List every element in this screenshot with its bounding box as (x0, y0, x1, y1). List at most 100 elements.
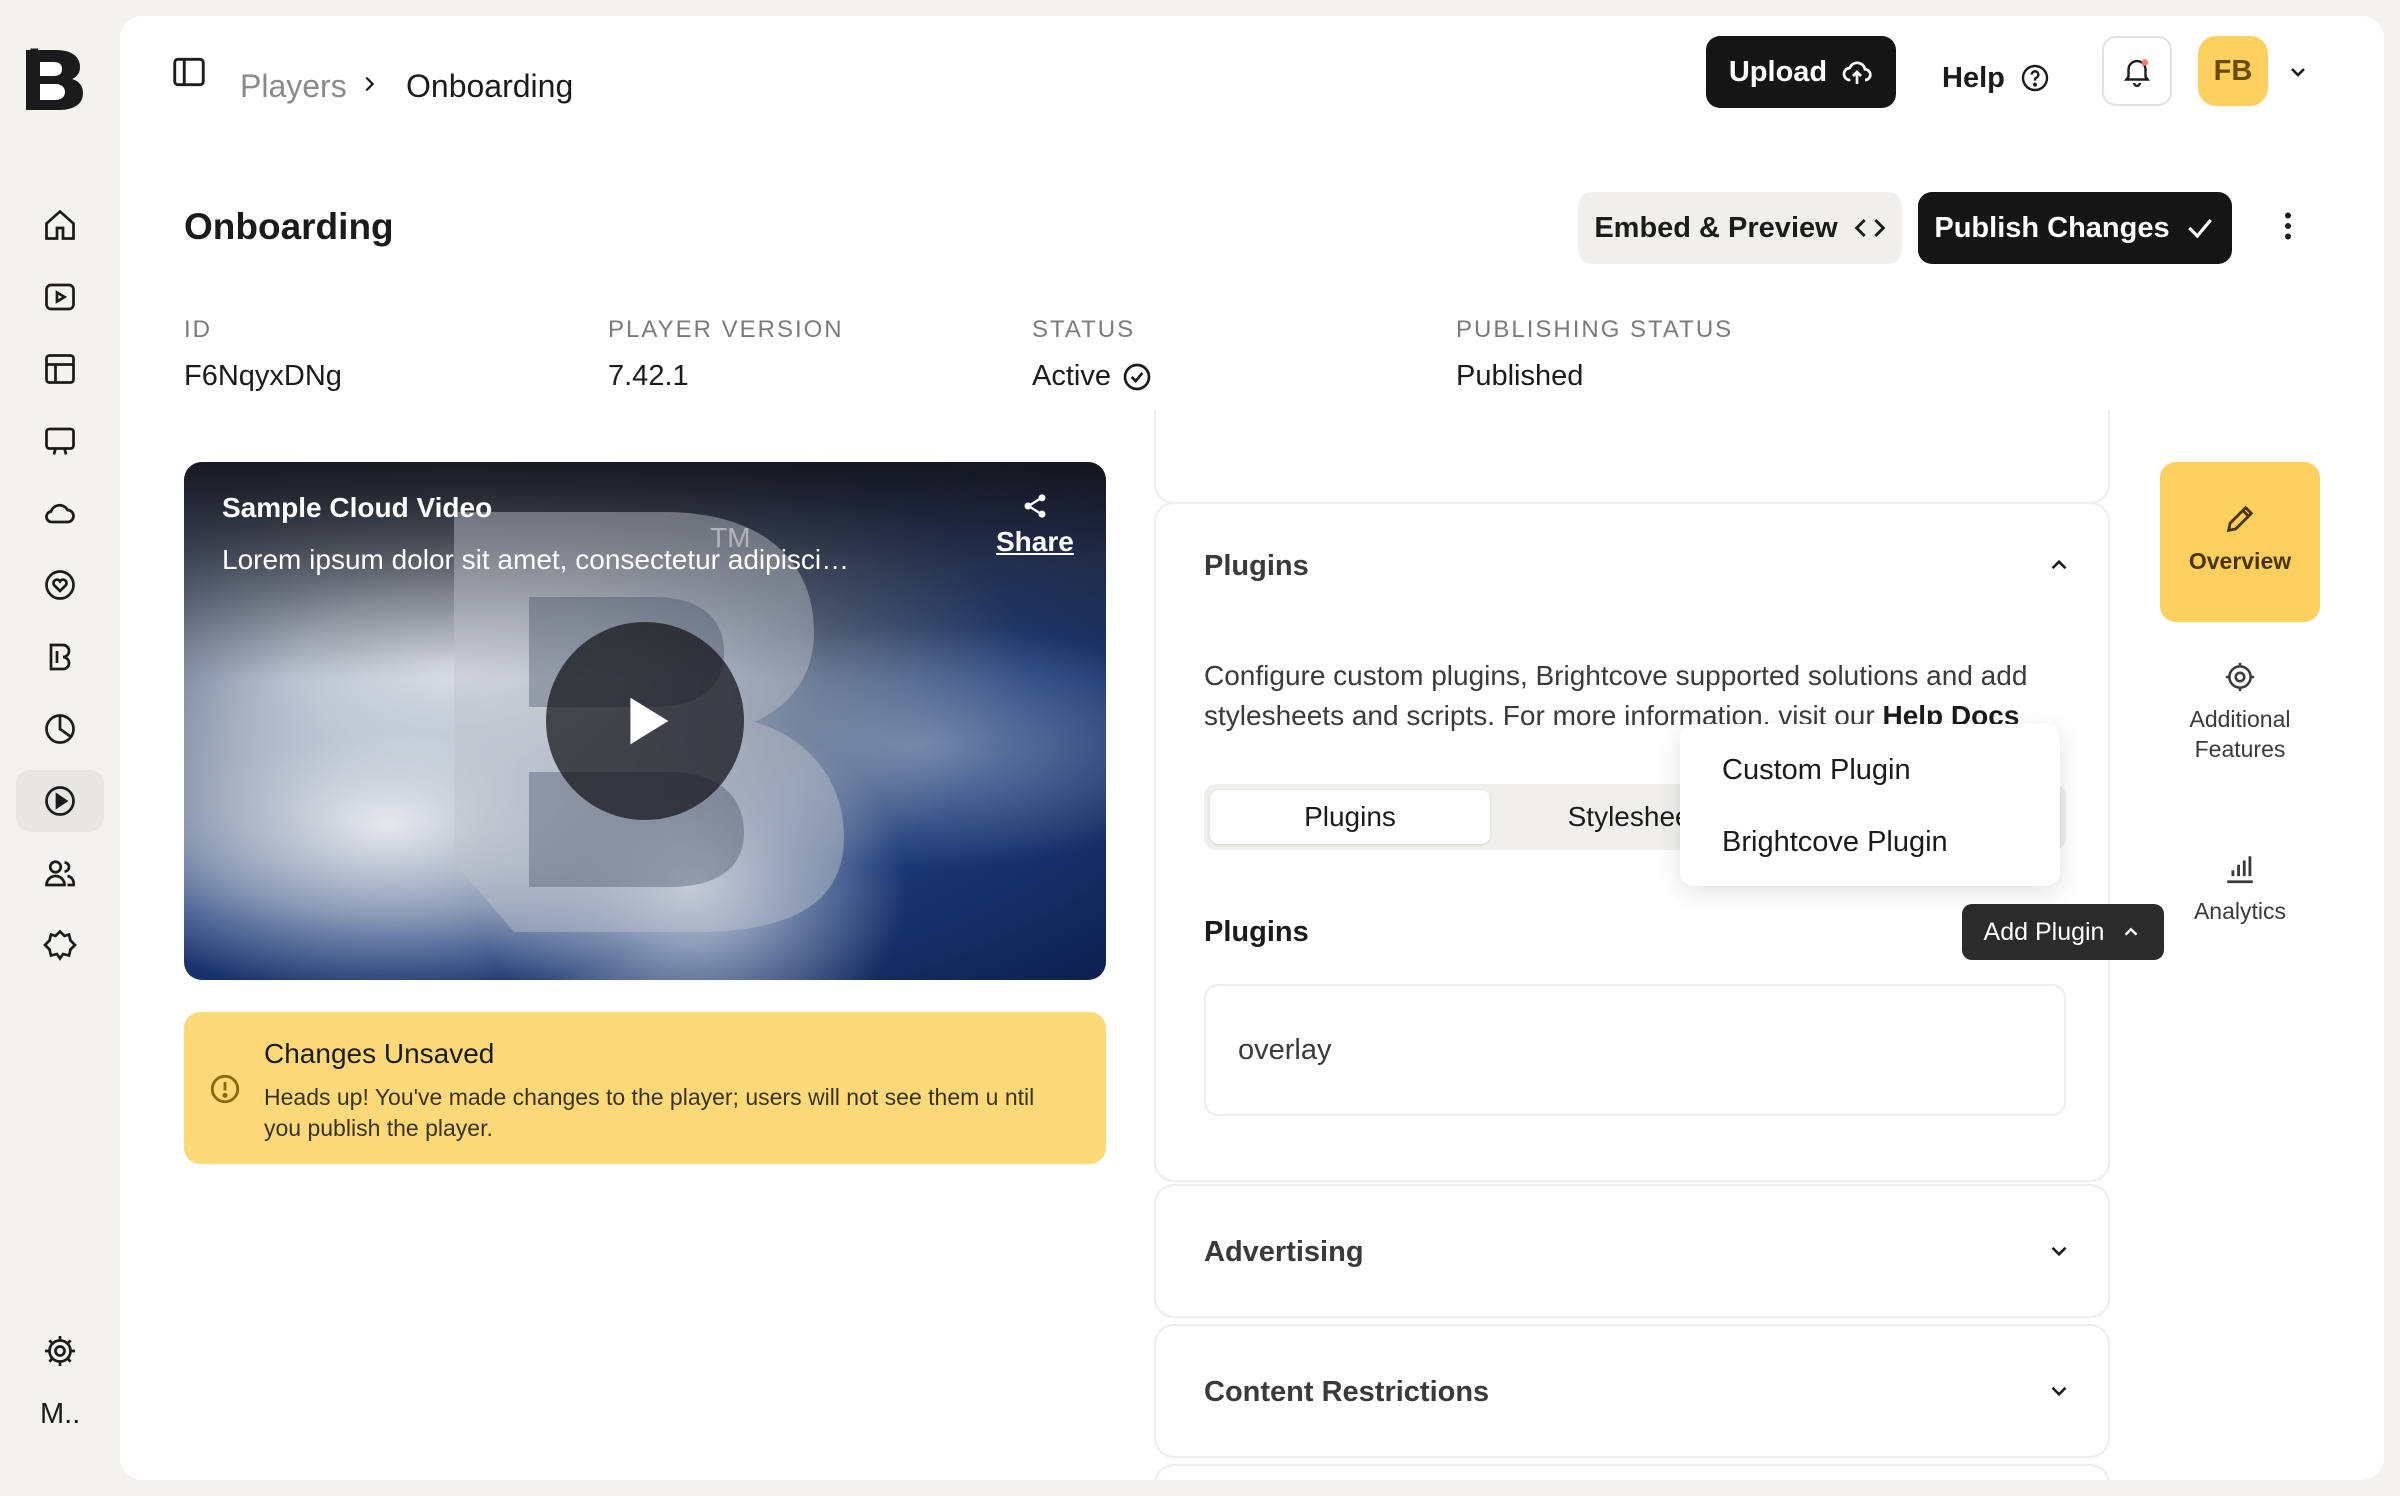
meta-status-label: STATUS (1032, 316, 1136, 343)
gear-icon (2225, 662, 2255, 692)
plugins-card-title: Plugins (1204, 550, 1309, 582)
table-icon (45, 354, 75, 384)
add-plugin-menu: Custom Plugin Brightcove Plugin (1680, 724, 2060, 886)
share-label: Share (996, 526, 1074, 557)
breadcrumb-current: Onboarding (406, 68, 574, 104)
side-nav-overview[interactable]: Overview (2160, 462, 2320, 622)
side-nav-overview-label: Overview (2188, 548, 2292, 574)
notifications-button[interactable] (2102, 36, 2172, 106)
users-icon (45, 860, 76, 887)
top-bar: Players Onboarding Upload Help FB (120, 16, 2384, 126)
video-icon (45, 283, 75, 311)
list-item[interactable]: overlay (1204, 984, 2066, 1116)
meta-id-text: F6NqyxDNg (184, 360, 342, 392)
plugins-nav[interactable] (16, 914, 104, 976)
chevron-down-icon[interactable] (2286, 60, 2310, 84)
main-panel: Players Onboarding Upload Help FB Onboar… (120, 16, 2384, 1480)
check-circle-icon (1123, 363, 1151, 390)
chevron-down-icon[interactable] (2046, 1378, 2072, 1404)
content-restrictions-card[interactable]: Content Restrictions (1154, 1324, 2110, 1458)
users-nav[interactable] (16, 842, 104, 904)
side-nav-additional-features[interactable]: Additional Features (2160, 660, 2320, 790)
side-nav-analytics[interactable]: Analytics (2160, 852, 2320, 952)
alert-text: Heads up! You've made changes to the pla… (264, 1084, 1035, 1141)
upload-label: Upload (1728, 55, 1828, 88)
side-nav-analytics-label: Analytics (2193, 898, 2287, 924)
bell-icon (2123, 59, 2151, 88)
videos-nav[interactable] (16, 266, 104, 328)
meta-version-label: PLAYER VERSION (608, 316, 844, 343)
pencil-icon (2226, 505, 2254, 533)
meta-status-value: Active (1032, 360, 1153, 393)
live-nav[interactable] (16, 410, 104, 472)
sidebar-toggle-icon[interactable] (170, 53, 208, 91)
meta-version-text: 7.42.1 (608, 360, 689, 392)
meta-id-label: ID (184, 316, 212, 343)
warning-circle-icon (210, 1074, 240, 1104)
video-description: Lorem ipsum dolor sit amet, consectetur … (222, 544, 850, 575)
players-nav[interactable] (16, 770, 104, 832)
upload-button[interactable]: Upload (1706, 36, 1896, 108)
chevron-up-icon (2125, 927, 2138, 936)
advertising-card[interactable]: Advertising (1154, 1184, 2110, 1318)
breadcrumb-players[interactable]: Players (240, 68, 347, 105)
content-restrictions-title: Content Restrictions (1204, 1376, 1490, 1408)
advertising-title: Advertising (1204, 1236, 1364, 1268)
meta-status-text: Active (1032, 360, 1111, 392)
play-button[interactable] (546, 622, 744, 820)
page-title: Onboarding (184, 206, 394, 247)
chevron-right-icon (365, 76, 375, 92)
brand-icon (49, 643, 71, 671)
bar-chart-icon (2227, 856, 2253, 884)
brightcove-logo[interactable] (22, 46, 88, 112)
cloud-nav[interactable] (16, 482, 104, 544)
library-nav[interactable] (16, 338, 104, 400)
publish-changes-button[interactable]: Publish Changes (1918, 192, 2232, 264)
home-nav[interactable] (16, 194, 104, 256)
meta-publishing-text: Published (1456, 360, 1584, 392)
pie-chart-icon (45, 714, 75, 744)
heart-circle-icon (45, 570, 75, 600)
audience-nav[interactable] (16, 554, 104, 616)
monitor-icon (45, 427, 75, 455)
video-player[interactable]: TM Sample Cloud Video Lorem ipsum dolor … (184, 462, 1106, 980)
embed-preview-label: Embed & Preview (1594, 211, 1838, 244)
meta-id-value: F6NqyxDNg (184, 360, 342, 393)
publish-changes-label: Publish Changes (1934, 211, 2170, 244)
more-options-icon[interactable] (2270, 208, 2306, 244)
help-label: Help (1942, 61, 2005, 94)
help-button[interactable]: Help (1942, 54, 2051, 102)
embed-preview-button[interactable]: Embed & Preview (1578, 192, 1902, 264)
previous-section-card (1154, 410, 2110, 504)
left-rail: M.. (0, 0, 118, 1496)
plugin-name: overlay (1238, 1034, 1332, 1066)
account-initial[interactable]: M.. (40, 1398, 80, 1431)
next-section-card (1154, 1464, 2110, 1480)
settings-nav[interactable] (16, 1320, 104, 1382)
chevron-down-icon[interactable] (2046, 1238, 2072, 1264)
chevron-up-icon[interactable] (2046, 552, 2072, 578)
avatar[interactable]: FB (2198, 36, 2268, 106)
puzzle-icon (43, 929, 77, 961)
share-button[interactable]: Share (996, 492, 1074, 558)
meta-publishing-value: Published (1456, 360, 1583, 393)
play-icon (630, 697, 669, 745)
menu-item-custom-plugin[interactable]: Custom Plugin (1722, 754, 1911, 787)
add-plugin-label: Add Plugin (1983, 917, 2105, 946)
alert-title: Changes Unsaved (264, 1038, 495, 1069)
question-circle-icon (2021, 64, 2049, 92)
share-icon (1024, 494, 1046, 518)
add-plugin-button[interactable]: Add Plugin (1962, 904, 2164, 960)
gear-icon (45, 1336, 75, 1366)
check-icon (2187, 218, 2212, 239)
side-nav-additional-features-label: Additional Features (2189, 706, 2291, 762)
tab-plugins[interactable]: Plugins (1210, 790, 1490, 844)
menu-item-brightcove-plugin[interactable]: Brightcove Plugin (1722, 826, 1948, 859)
play-circle-icon (45, 786, 75, 816)
brand-nav[interactable] (16, 626, 104, 688)
video-title: Sample Cloud Video (222, 492, 493, 523)
meta-version-value: 7.42.1 (608, 360, 689, 393)
meta-publishing-label: PUBLISHING STATUS (1456, 316, 1734, 343)
analytics-nav[interactable] (16, 698, 104, 760)
plugins-section-title: Plugins (1204, 916, 1309, 948)
